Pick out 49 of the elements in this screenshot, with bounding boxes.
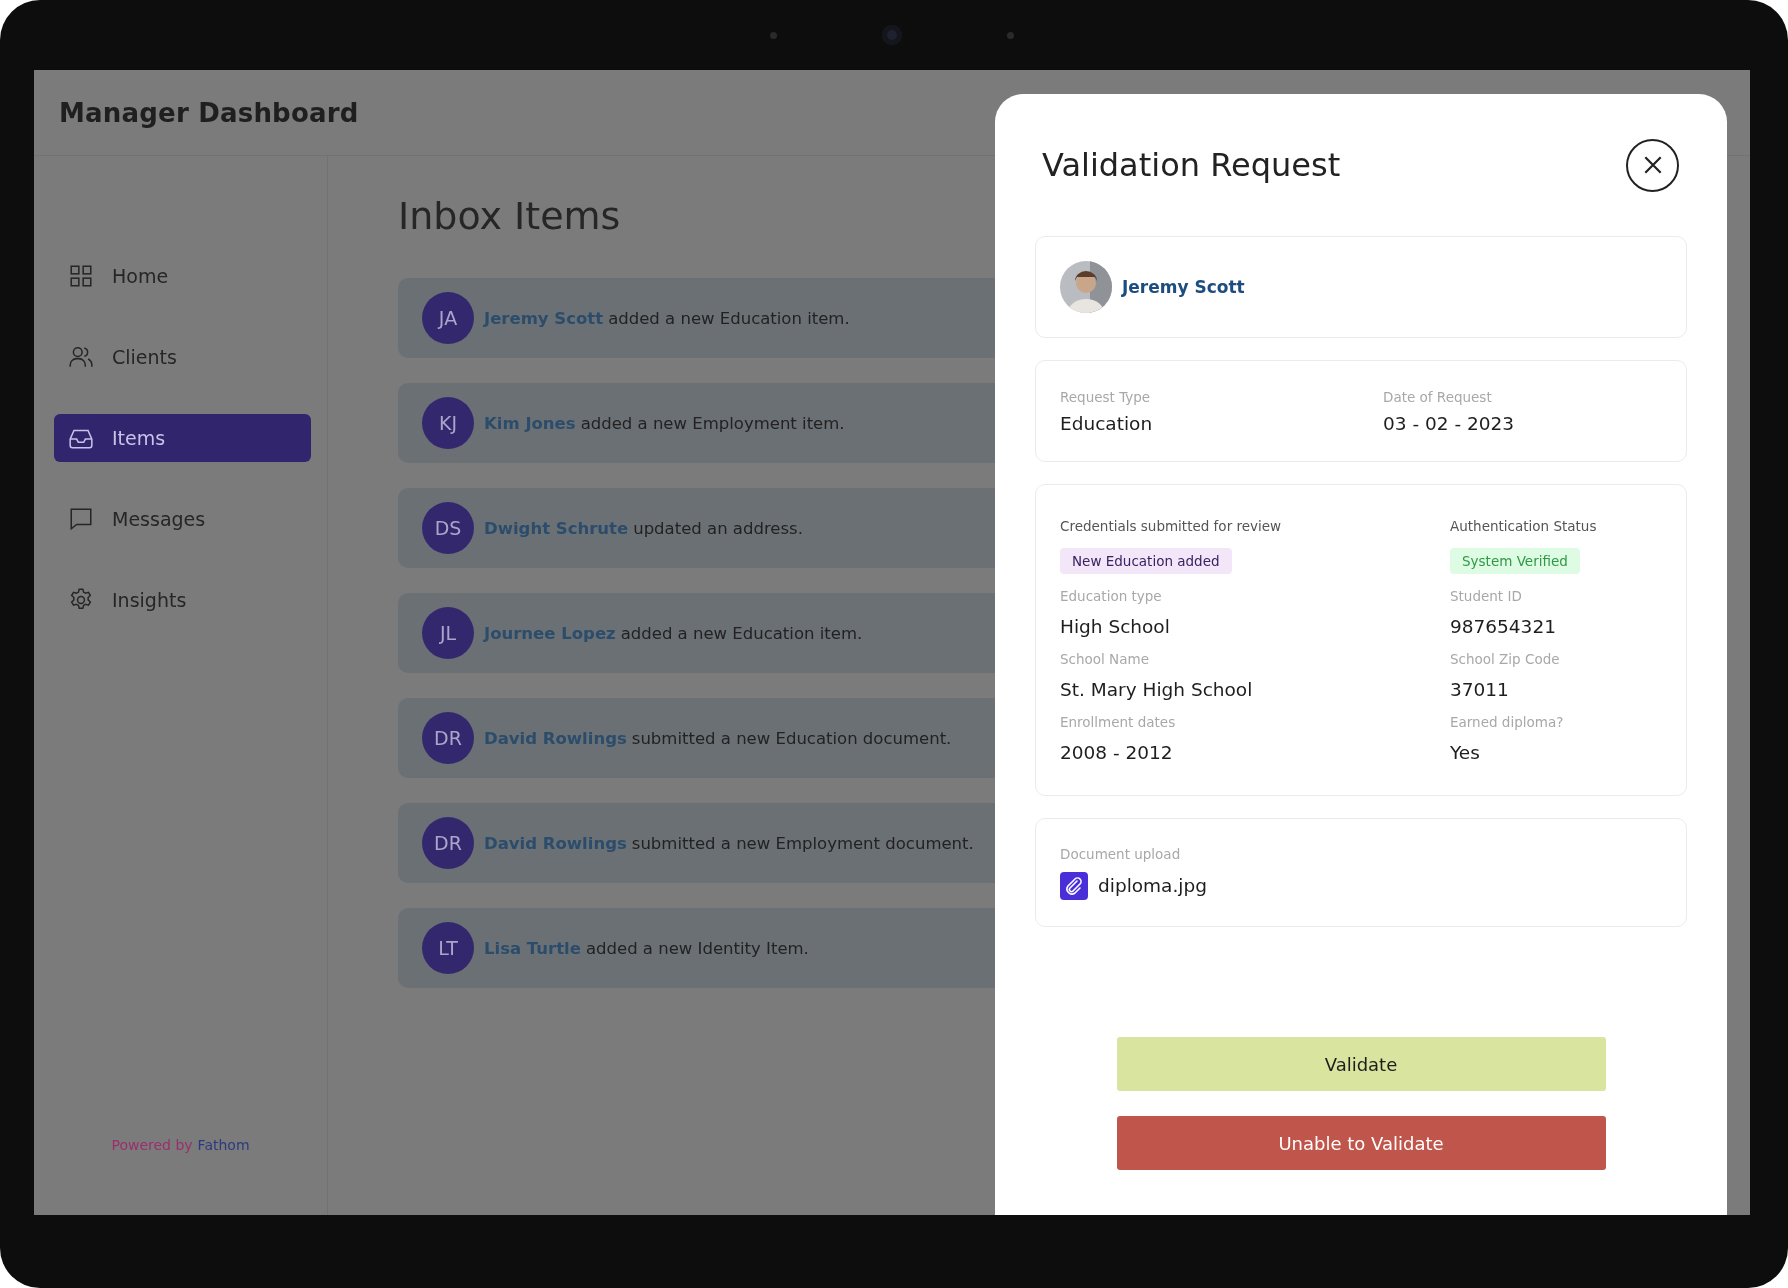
sidebar-item[interactable]: Items [54,414,311,462]
sidebar-item[interactable]: Clients [54,333,311,381]
validate-button[interactable]: Validate [1116,1037,1606,1091]
people-icon [68,344,94,370]
sidebar-item[interactable]: Messages [54,495,311,543]
status-badge: System Verified [1450,547,1580,574]
activity-text: added a new Employment item. [580,413,845,433]
sidebar-item[interactable]: Insights [54,576,311,624]
grid-icon [68,263,94,289]
page-title: Inbox Items [398,194,622,238]
modal-title: Validation Request [1042,146,1341,184]
activity-text: updated an address. [633,518,803,538]
initials-avatar: DS [422,502,474,554]
activity-text: submitted a new Education document. [631,728,952,748]
activity-text: added a new Education item. [608,308,850,328]
app-title: Manager Dashboard [59,97,359,128]
field-value: 2008 - 2012 [1060,741,1173,763]
field-label: Date of Request [1383,388,1492,405]
powered-by-text: Powered by [111,1137,193,1153]
camera-icon [882,25,902,45]
field-label: School Name [1060,650,1149,667]
field-value: Yes [1450,741,1480,763]
initials-avatar: KJ [422,397,474,449]
activity-text: added a new Education item. [620,623,863,643]
brand-link[interactable]: Fathom [197,1137,250,1153]
activity-text: submitted a new Employment document. [631,833,974,853]
chat-bubble-icon [68,506,94,532]
initials-avatar: JA [422,292,474,344]
initials-avatar: DR [422,817,474,869]
field-label: Request Type [1060,388,1151,405]
field-value: St. Mary High School [1060,678,1253,700]
initials-avatar: JL [422,607,474,659]
field-label: Document upload [1060,845,1182,862]
sensor-icon [770,31,777,39]
field-value: Education [1060,412,1153,434]
paperclip-icon [1060,871,1088,900]
close-button[interactable] [1626,138,1679,192]
sidebar-item[interactable]: Home [54,252,311,300]
initials-avatar: LT [422,922,474,974]
field-value: High School [1060,615,1170,637]
sensor-icon [1007,31,1014,39]
activity-text: added a new Identity Item. [585,938,809,958]
field-value: 37011 [1450,678,1509,700]
initials-avatar: DR [422,712,474,764]
client-name-link[interactable]: Jeremy Scott [1122,277,1245,297]
field-label: Enrollment dates [1060,713,1176,730]
section-heading: Credentials submitted for review [1060,517,1282,534]
reject-button[interactable]: Unable to Validate [1116,1116,1606,1170]
change-tag: New Education added [1060,547,1232,574]
